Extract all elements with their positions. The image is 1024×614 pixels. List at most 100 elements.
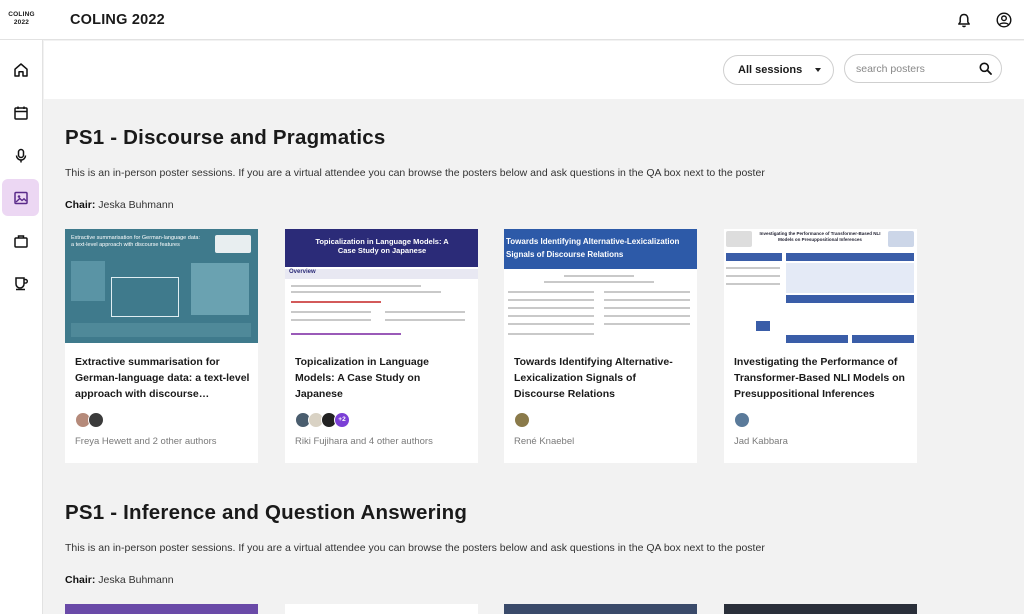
poster-thumb-title: Extractive summarisation for German-lang…	[71, 235, 201, 248]
chair-name: Jeska Buhmann	[98, 574, 174, 586]
poster-thumb-line	[508, 299, 594, 301]
session-dropdown-value: All sessions	[738, 64, 803, 76]
poster-thumb-line	[291, 311, 371, 313]
poster-thumb-section: Overview	[289, 269, 316, 275]
app-logo[interactable]: COLING 2022	[0, 0, 43, 40]
poster-thumb-line	[726, 275, 780, 277]
calendar-icon	[13, 106, 28, 120]
poster-thumb-line	[604, 315, 690, 317]
poster-card[interactable]	[65, 604, 258, 614]
section-description: This is an in-person poster sessions. If…	[65, 542, 765, 554]
poster-thumb-line	[508, 291, 594, 293]
account-icon[interactable]	[984, 0, 1024, 40]
chair-name: Jeska Buhmann	[98, 199, 174, 211]
poster-thumb-bar	[852, 335, 914, 343]
poster-title[interactable]: Extractive summarisation for German-lang…	[75, 354, 250, 402]
poster-thumb-line	[291, 301, 381, 303]
chair-label: Chair:	[65, 199, 96, 211]
section-title: PS1 - Inference and Question Answering	[65, 501, 468, 524]
nav-schedule[interactable]	[2, 94, 39, 131]
poster-thumb-title: Topicalization in Language Models: A Cas…	[315, 237, 449, 255]
poster-card[interactable]: Investigating the Performance of Transfo…	[724, 229, 917, 463]
poster-thumb-line	[604, 323, 690, 325]
poster-thumb-diagram	[111, 277, 179, 317]
poster-thumb-line	[726, 267, 780, 269]
search-input[interactable]	[845, 55, 965, 82]
poster-thumb-line	[544, 281, 654, 283]
coffee-cup-icon	[14, 276, 28, 290]
author-avatars	[734, 412, 750, 428]
poster-thumb-line	[291, 285, 421, 287]
poster-title[interactable]: Towards Identifying Alternative-Lexicali…	[514, 354, 689, 402]
poster-thumb-table	[786, 263, 914, 293]
poster-authors: René Knaebel	[514, 436, 575, 447]
nav-talks[interactable]	[2, 137, 39, 174]
poster-authors: Freya Hewett and 2 other authors	[75, 436, 217, 447]
logo-line-1: COLING	[8, 10, 35, 18]
poster-thumb-logo	[726, 231, 752, 247]
poster-thumb-bar	[786, 335, 848, 343]
poster-thumb-title: Towards Identifying Alternative-Lexicali…	[506, 237, 680, 259]
poster-thumb-line	[604, 291, 690, 293]
poster-thumb-title: Investigating the Performance of Transfo…	[759, 231, 881, 242]
poster-card[interactable]: Towards Identifying Alternative-Lexicali…	[504, 229, 697, 463]
poster-thumbnail[interactable]: Topicalization in Language Models: A Cas…	[285, 229, 478, 343]
section-chair: Chair: Jeska Buhmann	[65, 199, 174, 211]
search-icon[interactable]	[979, 62, 992, 75]
poster-thumb-logo	[888, 231, 914, 247]
poster-thumb-block	[756, 321, 770, 331]
poster-thumb-block	[191, 263, 249, 315]
poster-thumb-line	[291, 333, 401, 335]
home-icon	[13, 62, 28, 77]
bell-icon[interactable]	[944, 0, 984, 40]
author-avatars	[514, 412, 530, 428]
filter-bar: All sessions	[44, 41, 1024, 99]
avatar	[514, 412, 530, 428]
poster-thumb-line	[726, 283, 780, 285]
logo-line-2: 2022	[13, 18, 30, 26]
poster-thumb-bar	[726, 253, 782, 261]
poster-title[interactable]: Investigating the Performance of Transfo…	[734, 354, 909, 402]
nav-home[interactable]	[2, 51, 39, 88]
nav-social[interactable]	[2, 264, 39, 301]
poster-image-icon	[13, 191, 28, 204]
avatar	[734, 412, 750, 428]
session-dropdown[interactable]: All sessions	[723, 55, 834, 85]
poster-card[interactable]: Extractive summarisation for German-lang…	[65, 229, 258, 463]
chevron-down-icon	[815, 68, 821, 72]
more-authors-badge: +2	[334, 412, 350, 428]
poster-thumb-line	[508, 333, 594, 335]
poster-thumb-block	[71, 261, 105, 301]
poster-thumb-block	[71, 323, 251, 337]
poster-card[interactable]	[285, 604, 478, 614]
poster-thumb-line	[604, 307, 690, 309]
poster-thumbnail[interactable]: Investigating the Performance of Transfo…	[724, 229, 917, 343]
side-navigation	[0, 40, 43, 614]
poster-thumb-line	[291, 291, 441, 293]
section-description: This is an in-person poster sessions. If…	[65, 167, 765, 179]
poster-thumb-logo	[215, 235, 251, 253]
briefcase-icon	[13, 234, 28, 248]
section-chair: Chair: Jeska Buhmann	[65, 574, 174, 586]
section-title: PS1 - Discourse and Pragmatics	[65, 126, 386, 149]
chair-label: Chair:	[65, 574, 96, 586]
poster-thumb-bar	[786, 295, 914, 303]
poster-title[interactable]: Topicalization in Language Models: A Cas…	[295, 354, 470, 402]
top-icons	[944, 0, 1024, 40]
search-box	[844, 54, 1002, 83]
nav-sponsors[interactable]	[2, 222, 39, 259]
poster-thumb-line	[564, 275, 634, 277]
poster-thumbnail[interactable]: Towards Identifying Alternative-Lexicali…	[504, 229, 697, 343]
author-avatars: +2	[295, 412, 350, 428]
poster-authors: Riki Fujihara and 4 other authors	[295, 436, 433, 447]
poster-card[interactable]	[724, 604, 917, 614]
top-bar: COLING 2022 COLING 2022	[0, 0, 1024, 40]
author-avatars	[75, 412, 104, 428]
poster-card[interactable]: Topicalization in Language Models: A Cas…	[285, 229, 478, 463]
microphone-icon	[15, 148, 26, 162]
poster-thumbnail[interactable]: Extractive summarisation for German-lang…	[65, 229, 258, 343]
poster-authors: Jad Kabbara	[734, 436, 788, 447]
poster-card[interactable]	[504, 604, 697, 614]
nav-posters[interactable]	[2, 179, 39, 216]
poster-thumb-line	[604, 299, 690, 301]
